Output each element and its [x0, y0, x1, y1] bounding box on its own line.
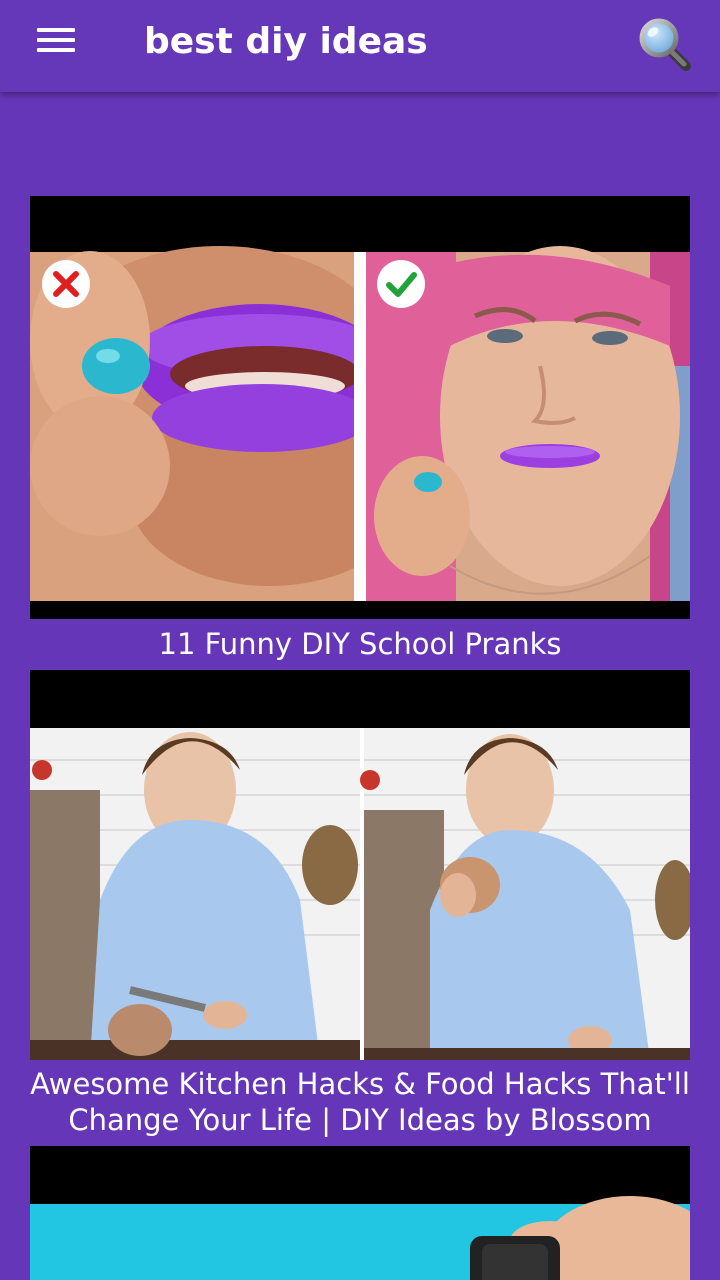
video-card[interactable]: Awesome Kitchen Hacks & Food Hacks That'… [30, 670, 690, 1150]
video-thumbnail[interactable] [30, 1146, 690, 1280]
hamburger-menu-icon[interactable] [30, 22, 82, 62]
video-card[interactable] [30, 1146, 690, 1280]
video-title-line: Change Your Life | DIY Ideas by Blossom [68, 1103, 652, 1137]
app-title: best diy ideas [144, 21, 428, 62]
video-thumbnail[interactable] [30, 196, 690, 619]
video-thumbnail[interactable] [30, 670, 690, 1060]
video-feed: 11 Funny DIY School Pranks Awesome Kitch… [0, 92, 720, 1280]
video-title-line: Awesome Kitchen Hacks & Food Hacks That'… [30, 1067, 690, 1101]
video-card[interactable]: 11 Funny DIY School Pranks [30, 196, 690, 661]
app-bar: best diy ideas [0, 0, 720, 92]
video-title[interactable]: 11 Funny DIY School Pranks [10, 626, 710, 662]
search-icon[interactable] [634, 14, 694, 74]
video-title[interactable]: Awesome Kitchen Hacks & Food Hacks That'… [10, 1066, 710, 1138]
